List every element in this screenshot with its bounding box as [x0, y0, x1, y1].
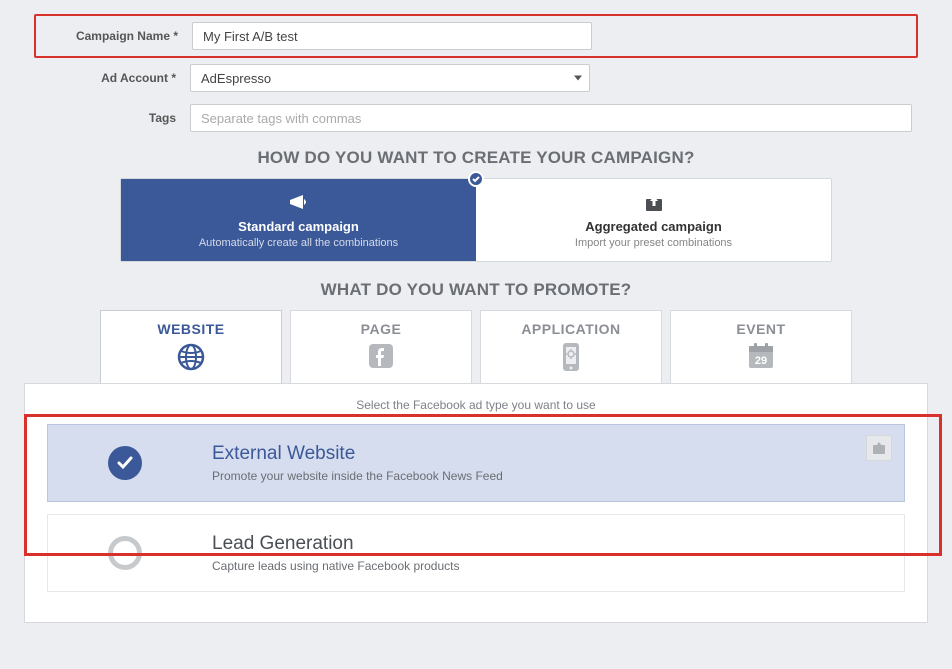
tab-page[interactable]: PAGE	[290, 310, 472, 383]
calendar-icon: 29	[745, 341, 777, 371]
radio-selected-icon	[108, 446, 142, 480]
standard-campaign-title: Standard campaign	[131, 219, 466, 234]
aggregated-campaign-sub: Import your preset combinations	[486, 237, 821, 249]
campaign-type-selector: Standard campaign Automatically create a…	[120, 178, 832, 262]
tab-website[interactable]: WEBSITE	[100, 310, 282, 383]
ad-option-external-website[interactable]: External Website Promote your website in…	[47, 424, 905, 502]
tags-label: Tags	[40, 111, 190, 125]
campaign-name-label: Campaign Name *	[42, 29, 192, 43]
ad-option-desc: Capture leads using native Facebook prod…	[212, 559, 884, 573]
standard-campaign-card[interactable]: Standard campaign Automatically create a…	[121, 179, 476, 261]
ad-account-label: Ad Account *	[40, 71, 190, 85]
radio-unselected-icon	[108, 536, 142, 570]
promote-heading: WHAT DO YOU WANT TO PROMOTE?	[40, 280, 912, 300]
ad-option-title: External Website	[212, 443, 884, 465]
megaphone-icon	[287, 193, 311, 213]
ad-account-select[interactable]	[190, 64, 590, 92]
tab-event-label: EVENT	[671, 321, 851, 337]
tab-application-label: APPLICATION	[481, 321, 661, 337]
ad-type-hint: Select the Facebook ad type you want to …	[25, 398, 927, 412]
ad-option-lead-generation[interactable]: Lead Generation Capture leads using nati…	[47, 514, 905, 592]
tab-event[interactable]: EVENT 29	[670, 310, 852, 383]
tab-website-label: WEBSITE	[101, 321, 281, 337]
tab-application[interactable]: APPLICATION	[480, 310, 662, 383]
aggregated-campaign-title: Aggregated campaign	[486, 219, 821, 234]
tags-input[interactable]	[190, 104, 912, 132]
tab-page-label: PAGE	[291, 321, 471, 337]
aggregated-campaign-card[interactable]: Aggregated campaign Import your preset c…	[476, 179, 831, 261]
promote-tabs: WEBSITE PAGE APPLICATION	[100, 310, 852, 383]
upload-small-icon[interactable]	[866, 435, 892, 461]
svg-text:29: 29	[755, 355, 767, 367]
facebook-icon	[366, 341, 396, 371]
ad-type-panel: Select the Facebook ad type you want to …	[24, 383, 928, 623]
ad-option-title: Lead Generation	[212, 533, 884, 555]
phone-app-icon	[558, 341, 584, 373]
create-campaign-heading: HOW DO YOU WANT TO CREATE YOUR CAMPAIGN?	[40, 148, 912, 168]
globe-icon	[175, 341, 207, 373]
upload-box-icon	[643, 193, 665, 213]
ad-option-desc: Promote your website inside the Facebook…	[212, 469, 884, 483]
standard-campaign-sub: Automatically create all the combination…	[131, 237, 466, 249]
campaign-name-input[interactable]	[192, 22, 592, 50]
